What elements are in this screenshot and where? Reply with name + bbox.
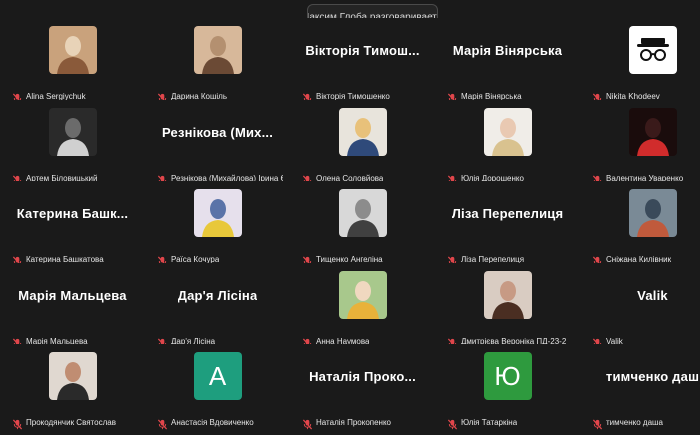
participant-video — [290, 181, 435, 245]
participant-avatar — [48, 26, 97, 74]
muted-mic-icon — [12, 417, 23, 430]
participant-tile[interactable]: Ю Юлія Татаркіна — [435, 344, 580, 430]
participant-video: A — [145, 344, 290, 408]
participant-name: тимченко даша — [606, 418, 663, 427]
participant-avatar — [338, 271, 387, 319]
participant-tile[interactable]: Прокодянчик Святослав — [0, 344, 145, 430]
participant-label: Наталія Прокопенко — [302, 416, 391, 430]
participant-avatar — [628, 189, 677, 237]
participant-tile[interactable]: Ліза Перепелиця Ліза Перепелиця — [435, 181, 580, 267]
participant-label: Юлія Татаркіна — [447, 416, 518, 430]
participant-tile[interactable]: Катерина Башк... Катерина Башкатова — [0, 181, 145, 267]
participant-tile[interactable]: Дмитрієва Вероніка ПД-23-2 — [435, 263, 580, 349]
participant-tile[interactable]: Олена Соловйова — [290, 100, 435, 186]
participant-video: Резнікова (Мих... — [145, 100, 290, 164]
participant-video: тимченко даш — [580, 344, 700, 408]
participant-video — [0, 344, 145, 408]
participant-display-name: Ліза Перепелиця — [451, 205, 564, 221]
participant-display-name: Марія Вінярська — [452, 42, 563, 58]
participant-avatar — [628, 108, 677, 156]
participant-tile[interactable]: Марія Мальцева Марія Мальцева — [0, 263, 145, 349]
participant-avatar — [338, 108, 387, 156]
participant-display-name: тимченко даш — [605, 368, 700, 384]
participant-tile[interactable]: Сніжана Килівник — [580, 181, 700, 267]
participant-video — [0, 100, 145, 164]
participant-display-name: Наталія Проко... — [309, 368, 416, 384]
participant-tile[interactable]: Наталія Проко... Наталія Прокопенко — [290, 344, 435, 430]
muted-mic-icon — [157, 417, 168, 430]
muted-mic-icon — [447, 417, 458, 430]
participant-tile[interactable]: Юлія Дорошенко — [435, 100, 580, 186]
participant-avatar — [48, 108, 97, 156]
participant-video: Марія Вінярська — [435, 18, 580, 82]
participant-tile[interactable]: Alina Sergiychuk — [0, 18, 145, 104]
participant-letter-avatar: Ю — [483, 352, 532, 400]
participant-name: Юлія Татаркіна — [461, 418, 518, 427]
participant-name: Анастасія Вдовиченко — [171, 418, 254, 427]
participant-tile[interactable]: Тищенко Ангеліна — [290, 181, 435, 267]
incognito-icon — [628, 26, 677, 74]
participant-tile[interactable]: Марія Вінярська Марія Вінярська — [435, 18, 580, 104]
muted-mic-icon — [302, 417, 313, 430]
participant-avatar — [48, 352, 97, 400]
participant-video — [290, 100, 435, 164]
participant-avatar — [193, 26, 242, 74]
participant-tile[interactable]: тимченко даш тимченко даша — [580, 344, 700, 430]
participant-tile[interactable]: Валентина Уваренко — [580, 100, 700, 186]
participant-video: Вікторія Тимош... — [290, 18, 435, 82]
avatar-letter: Ю — [494, 360, 521, 391]
participant-display-name: Резнікова (Мих... — [161, 124, 274, 140]
participant-avatar — [483, 271, 532, 319]
participant-label: Прокодянчик Святослав — [12, 416, 116, 430]
participant-tile[interactable]: Артем Біловицький — [0, 100, 145, 186]
participant-tile[interactable]: Valik Valik — [580, 263, 700, 349]
participant-display-name: Дар'я Лісіна — [177, 287, 258, 303]
participant-display-name: Вікторія Тимош... — [305, 42, 420, 58]
muted-mic-icon — [592, 417, 603, 430]
participant-video: Ліза Перепелиця — [435, 181, 580, 245]
participant-video — [580, 100, 700, 164]
participant-name: Наталія Прокопенко — [316, 418, 391, 427]
participant-video — [435, 263, 580, 327]
participant-video: Катерина Башк... — [0, 181, 145, 245]
participant-video — [580, 18, 700, 82]
participant-label: Анастасія Вдовиченко — [157, 416, 254, 430]
participant-tile[interactable]: Вікторія Тимош... Вікторія Тимошенко — [290, 18, 435, 104]
participant-display-name: Valik — [637, 287, 668, 303]
participant-tile[interactable]: Nikita Khodeev — [580, 18, 700, 104]
participant-video — [145, 181, 290, 245]
participant-video — [435, 100, 580, 164]
participant-video: Наталія Проко... — [290, 344, 435, 408]
participant-avatar — [193, 189, 242, 237]
participant-name: Прокодянчик Святослав — [26, 418, 116, 427]
participant-label: тимченко даша — [592, 416, 663, 430]
participant-display-name: Катерина Башк... — [16, 205, 129, 221]
participant-letter-avatar: A — [193, 352, 242, 400]
participant-tile[interactable]: A Анастасія Вдовиченко — [145, 344, 290, 430]
participant-tile[interactable]: Раїса Кочура — [145, 181, 290, 267]
participant-video — [580, 181, 700, 245]
participant-video: Марія Мальцева — [0, 263, 145, 327]
avatar-letter: A — [208, 360, 227, 391]
participant-tile[interactable]: Анна Наумова — [290, 263, 435, 349]
participant-video — [0, 18, 145, 82]
participant-tile[interactable]: Резнікова (Мих... Резнікова (Михайлова) І… — [145, 100, 290, 186]
participant-display-name: Марія Мальцева — [18, 287, 127, 303]
participant-video: Valik — [580, 263, 700, 327]
participant-video: Ю — [435, 344, 580, 408]
gallery-view: Максим Глоба разговаривает... Alina Serg… — [0, 0, 700, 431]
participant-tile[interactable]: Дарина Кошіль — [145, 18, 290, 104]
participant-avatar — [338, 189, 387, 237]
participant-avatar — [483, 108, 532, 156]
participant-video: Дар'я Лісіна — [145, 263, 290, 327]
participant-video — [290, 263, 435, 327]
participant-video — [145, 18, 290, 82]
participant-tile[interactable]: Дар'я Лісіна Дар'я Лісіна — [145, 263, 290, 349]
